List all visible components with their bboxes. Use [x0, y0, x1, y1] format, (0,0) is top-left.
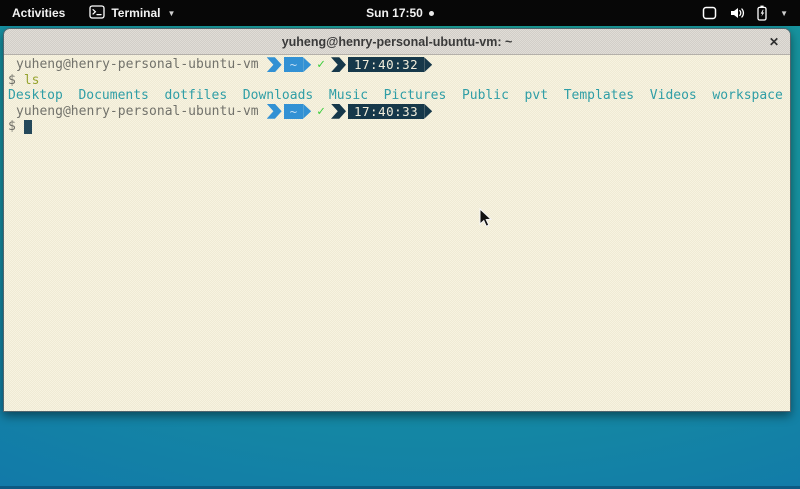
powerline-tip-icon: [424, 57, 432, 72]
ls-output: Desktop Documents dotfiles Downloads Mus…: [4, 88, 790, 104]
chevron-down-icon: ▼: [780, 9, 788, 18]
prompt-host: yuheng@henry-personal-ubuntu-vm: [8, 104, 259, 119]
powerline-arrow-icon: [331, 57, 346, 72]
input-line: $: [4, 119, 790, 135]
battery-charging-icon: [757, 5, 767, 21]
activities-label: Activities: [12, 6, 65, 20]
prompt-line: yuheng@henry-personal-ubuntu-vm ~ ✓ 17:4…: [4, 57, 790, 73]
top-bar-left: Activities Terminal ▼: [0, 0, 187, 26]
close-button[interactable]: ✕: [769, 36, 779, 48]
powerline-prompt: ~ ✓ 17:40:32: [267, 57, 433, 72]
powerline-tip-icon: [303, 57, 311, 72]
status-check-icon: ✓: [317, 104, 325, 119]
prompt-line: yuheng@henry-personal-ubuntu-vm ~ ✓ 17:4…: [4, 104, 790, 120]
text-cursor: [24, 120, 32, 134]
prompt-timestamp: 17:40:32: [348, 57, 424, 72]
prompt-cwd: ~: [284, 104, 304, 119]
top-bar: Activities Terminal ▼ Sun 17:50: [0, 0, 800, 26]
status-check-icon: ✓: [317, 57, 325, 72]
terminal-icon: [89, 5, 105, 22]
volume-icon: [729, 6, 745, 20]
window-titlebar[interactable]: yuheng@henry-personal-ubuntu-vm: ~ ✕: [4, 29, 790, 55]
powerline-tip-icon: [424, 104, 432, 119]
notification-dot: [429, 11, 434, 16]
terminal-window: yuheng@henry-personal-ubuntu-vm: ~ ✕ yuh…: [3, 28, 791, 412]
powerline-arrow-icon: [331, 104, 346, 119]
app-menu-button[interactable]: Terminal ▼: [77, 0, 187, 26]
system-status-area[interactable]: ▼: [690, 0, 800, 26]
window-title: yuheng@henry-personal-ubuntu-vm: ~: [282, 35, 513, 49]
powerline-tip-icon: [303, 104, 311, 119]
display-icon: [702, 6, 717, 20]
clock-button[interactable]: Sun 17:50: [366, 6, 434, 20]
desktop-background: Activities Terminal ▼ Sun 17:50: [0, 0, 800, 489]
powerline-arrow-icon: [267, 104, 282, 119]
activities-button[interactable]: Activities: [0, 0, 77, 26]
prompt-cwd: ~: [284, 57, 304, 72]
command-line: $ ls: [4, 73, 790, 89]
prompt-host: yuheng@henry-personal-ubuntu-vm: [8, 57, 259, 72]
clock-label: Sun 17:50: [366, 6, 423, 20]
prompt-timestamp: 17:40:33: [348, 104, 424, 119]
prompt-symbol: $: [8, 119, 16, 134]
powerline-prompt: ~ ✓ 17:40:33: [267, 104, 433, 119]
powerline-arrow-icon: [267, 57, 282, 72]
terminal-content[interactable]: yuheng@henry-personal-ubuntu-vm ~ ✓ 17:4…: [4, 55, 790, 412]
app-menu-label: Terminal: [111, 6, 160, 20]
prompt-symbol: $: [8, 73, 16, 88]
command-text: ls: [24, 73, 40, 88]
chevron-down-icon: ▼: [167, 9, 175, 18]
